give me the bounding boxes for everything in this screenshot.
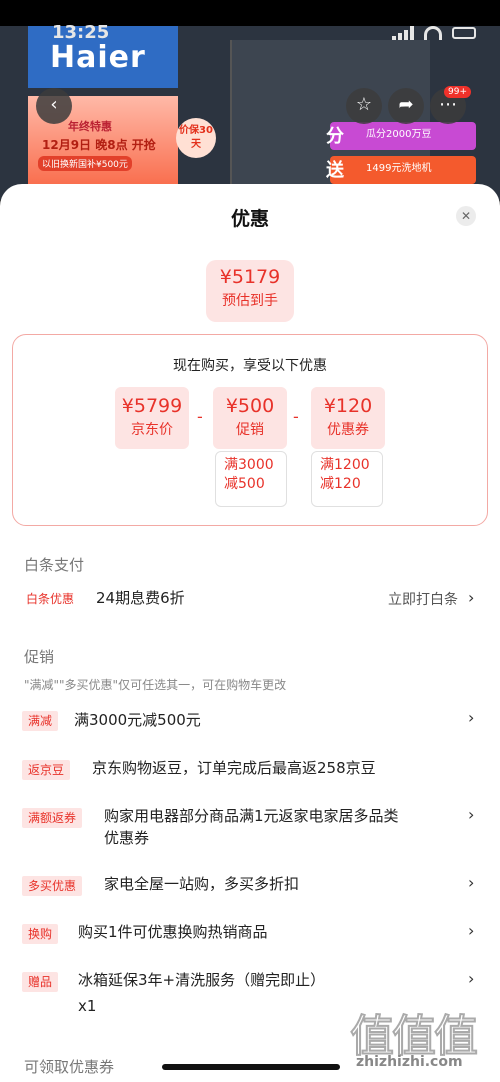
battery-icon — [452, 27, 476, 39]
promo-tag: 分 — [326, 126, 344, 147]
favorite-button[interactable]: ☆ — [346, 88, 382, 124]
promo-text-line2: x1 — [78, 997, 97, 1015]
promo-line: 年终特惠 — [68, 120, 112, 133]
calc-caption: 现在购买，享受以下优惠 — [173, 358, 327, 374]
promo-text: 家电全屋一站购，多买多折扣 — [104, 875, 300, 893]
promo-strip: 分 瓜分2000万豆 — [326, 122, 476, 150]
jd-price-label: 京东价 — [131, 422, 173, 438]
promo-banner-right: 分 瓜分2000万豆 送 1499元洗地机 — [326, 122, 476, 184]
condition-line: 满3000 — [224, 457, 274, 473]
promotion-condition: 满3000 减500 — [215, 451, 287, 507]
promo-text: 冰箱延保3年+清洗服务（赠完即止） — [78, 971, 326, 989]
condition-line: 减120 — [320, 476, 361, 492]
promo-section-title: 促销 — [24, 648, 55, 666]
close-icon: ✕ — [460, 209, 472, 223]
promotion-pill: ¥500 促销 — [213, 387, 287, 449]
status-time: 13:25 — [52, 22, 110, 43]
baitiao-tag: 白条优惠 — [26, 592, 75, 606]
promo-strip-text: 瓜分2000万豆 — [366, 129, 432, 140]
promo-line: 以旧换新国补¥500元 — [38, 156, 132, 171]
price-protect-badge: 价保30天 — [176, 118, 216, 158]
condition-line: 减500 — [224, 476, 265, 492]
signal-icon — [392, 26, 414, 40]
sheet-title: 优惠 — [230, 208, 269, 230]
close-button[interactable]: ✕ — [456, 206, 476, 226]
baitiao-link[interactable]: 立即打白条 — [388, 589, 458, 609]
estimated-price-label: 预估到手 — [222, 293, 278, 309]
coupon-amount: ¥120 — [323, 395, 373, 417]
coupons-section-title: 可领取优惠券 — [24, 1058, 115, 1076]
chevron-right-icon: › — [468, 708, 475, 727]
baitiao-section-title: 白条支付 — [24, 556, 85, 574]
share-button[interactable]: ➦ — [388, 88, 424, 124]
status-icons — [392, 26, 476, 40]
promo-tag: 赠品 — [22, 972, 59, 992]
minus-sign: - — [197, 407, 203, 426]
coupon-condition: 满1200 减120 — [311, 451, 383, 507]
promo-text: 京东购物返豆，订单完成后最高返258京豆 — [92, 759, 376, 777]
promo-tag: 换购 — [22, 924, 59, 944]
promo-note: "满减""多买优惠"仅可任选其一，可在购物车更改 — [24, 678, 287, 692]
promo-strip: 送 1499元洗地机 — [326, 156, 476, 184]
baitiao-text: 24期息费6折 — [96, 589, 185, 607]
promo-text: 购买1件可优惠换购热销商品 — [78, 923, 268, 941]
back-button[interactable]: ‹ — [36, 88, 72, 124]
promo-tag: 多买优惠 — [22, 876, 83, 896]
chevron-left-icon: ‹ — [50, 94, 58, 115]
minus-sign: - — [293, 407, 299, 426]
jd-price-pill: ¥5799 京东价 — [115, 387, 189, 449]
brand-name: Haier — [50, 40, 146, 75]
promo-tag: 满减 — [22, 711, 59, 731]
coupon-label: 优惠券 — [327, 422, 369, 438]
promo-text-line2: 优惠券 — [104, 829, 150, 847]
promo-strip-text: 1499元洗地机 — [366, 163, 432, 174]
chevron-right-icon: › — [468, 969, 475, 988]
price-calculation-box: 现在购买，享受以下优惠 ¥5799 京东价 - ¥500 促销 - ¥120 优… — [12, 334, 488, 526]
share-icon: ➦ — [398, 94, 414, 115]
watermark-url: zhizhizhi.com — [356, 1054, 463, 1070]
promo-tag: 返京豆 — [22, 760, 71, 780]
chevron-right-icon: › — [468, 921, 475, 940]
promo-line: 12月9日 晚8点 开抢 — [42, 138, 156, 152]
promo-tag: 送 — [326, 160, 344, 181]
home-indicator[interactable] — [162, 1064, 340, 1070]
discount-sheet: 优惠 ✕ ¥5179 预估到手 现在购买，享受以下优惠 ¥5799 京东价 - … — [0, 184, 500, 1082]
watermark: 值值值 zhizhizhi.com — [349, 1000, 494, 1076]
estimated-price: ¥5179 — [219, 266, 281, 288]
promo-tag: 满额返券 — [22, 808, 83, 828]
estimated-price-box: ¥5179 预估到手 — [206, 260, 294, 322]
wifi-icon — [424, 26, 442, 40]
promo-text: 购家用电器部分商品满1元返家电家居多品类 — [104, 807, 399, 825]
promotion-amount: ¥500 — [225, 395, 275, 417]
jd-price-amount: ¥5799 — [121, 395, 183, 417]
promo-text: 满3000元减500元 — [74, 711, 201, 729]
chevron-right-icon: › — [468, 588, 475, 607]
chevron-right-icon: › — [468, 805, 475, 824]
cart-count-badge: 99+ — [444, 86, 471, 98]
star-icon: ☆ — [355, 94, 373, 115]
chevron-right-icon: › — [468, 873, 475, 892]
promotion-label: 促销 — [236, 422, 264, 438]
condition-line: 满1200 — [320, 457, 370, 473]
coupon-pill: ¥120 优惠券 — [311, 387, 385, 449]
